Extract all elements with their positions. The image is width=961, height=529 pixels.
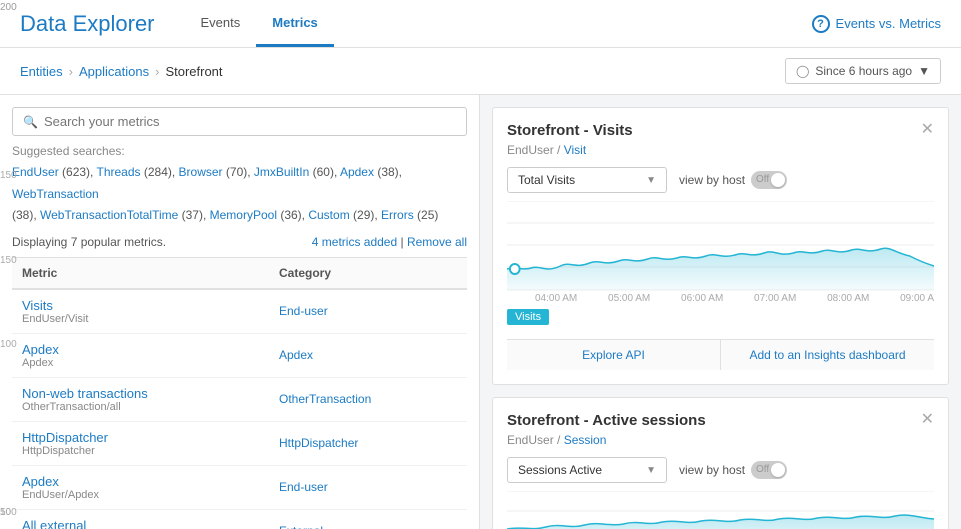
suggested-memorypool[interactable]: MemoryPool: [210, 208, 277, 222]
table-row: ApdexEndUser/Apdex End-user: [12, 465, 467, 509]
suggested-custom[interactable]: Custom: [308, 208, 349, 222]
suggested-threads[interactable]: Threads: [97, 165, 141, 179]
chart-x-axis-visits: 04:00 AM 05:00 AM 06:00 AM 07:00 AM 08:0…: [535, 293, 934, 304]
close-icon-visits[interactable]: ✕: [921, 122, 934, 138]
help-text: Events vs. Metrics: [836, 16, 941, 31]
search-box[interactable]: 🔍: [12, 107, 467, 136]
app-title: Data Explorer: [20, 11, 155, 37]
metric-sub: EndUser/Apdex: [22, 489, 259, 501]
category-cell: Apdex: [269, 333, 467, 377]
visits-tag[interactable]: Visits: [507, 309, 549, 325]
chart-subtitle-visits: EndUser / Visit: [507, 143, 934, 157]
host-toggle[interactable]: Off: [751, 171, 787, 189]
chart-container-visits: 200 150 100 50: [507, 201, 934, 291]
metric-name[interactable]: Apdex: [22, 342, 259, 357]
nav-metrics[interactable]: Metrics: [256, 1, 334, 47]
suggested-apdex[interactable]: Apdex: [340, 165, 374, 179]
category-cell: HttpDispatcher: [269, 421, 467, 465]
remove-all-link[interactable]: Remove all: [407, 235, 467, 249]
col-metric: Metric: [12, 257, 269, 289]
chart-header-visits: Storefront - Visits ✕: [507, 122, 934, 139]
header: Data Explorer Events Metrics ? Events vs…: [0, 0, 961, 48]
metrics-table: Metric Category VisitsEndUser/Visit End-…: [12, 257, 467, 529]
table-row: ApdexApdex Apdex: [12, 333, 467, 377]
explore-api-button[interactable]: Explore API: [507, 340, 721, 370]
chevron-down-icon: ▼: [918, 64, 930, 78]
chart-header-sessions: Storefront - Active sessions ✕: [507, 412, 934, 429]
suggested-errors[interactable]: Errors: [381, 208, 414, 222]
chart-dropdown-visits[interactable]: Total Visits ▼: [507, 167, 667, 193]
metric-name[interactable]: All external: [22, 518, 259, 529]
view-host-toggle-2: view by host Off: [679, 461, 787, 479]
chart-container-sessions: 200 150 100: [507, 491, 934, 529]
add-insights-button[interactable]: Add to an Insights dashboard: [721, 340, 934, 370]
displaying-info: Displaying 7 popular metrics.: [12, 235, 166, 249]
chevron-down-icon: ▼: [646, 465, 656, 476]
table-row: HttpDispatcherHttpDispatcher HttpDispatc…: [12, 421, 467, 465]
metric-name[interactable]: HttpDispatcher: [22, 430, 259, 445]
metric-name[interactable]: Visits: [22, 298, 259, 313]
main-content: 🔍 Suggested searches: EndUser (623), Thr…: [0, 95, 961, 529]
since-label: Since 6 hours ago: [815, 64, 912, 78]
chevron-down-icon: ▼: [646, 175, 656, 186]
nav-events[interactable]: Events: [185, 1, 257, 47]
metric-sub: Apdex: [22, 357, 259, 369]
chart-title-sessions: Storefront - Active sessions: [507, 412, 706, 429]
chart-card-sessions: Storefront - Active sessions ✕ EndUser /…: [492, 397, 949, 529]
metrics-actions: 4 metrics added | Remove all: [312, 235, 467, 249]
main-nav: Events Metrics: [185, 1, 334, 47]
chart-card-visits: Storefront - Visits ✕ EndUser / Visit To…: [492, 107, 949, 385]
suggested-links: EndUser (623), Threads (284), Browser (7…: [12, 162, 467, 227]
search-input[interactable]: [44, 114, 456, 129]
metric-sub: HttpDispatcher: [22, 445, 259, 457]
chart-svg-sessions: [507, 491, 934, 529]
chart-svg-visits: [507, 201, 934, 291]
suggested-webtransactiontotaltime[interactable]: WebTransactionTotalTime: [40, 208, 178, 222]
metric-sub: OtherTransaction/all: [22, 401, 259, 413]
subtitle-link-visits[interactable]: Visit: [564, 143, 586, 157]
category-cell: End-user: [269, 289, 467, 334]
category-cell: End-user: [269, 465, 467, 509]
view-host-toggle: view by host Off: [679, 171, 787, 189]
metrics-header: Displaying 7 popular metrics. 4 metrics …: [12, 227, 467, 257]
breadcrumb-storefront: Storefront: [165, 64, 222, 79]
chart-title-visits: Storefront - Visits: [507, 122, 633, 139]
breadcrumb-sep-2: ›: [155, 64, 159, 79]
breadcrumb-applications[interactable]: Applications: [79, 64, 149, 79]
metrics-added[interactable]: 4 metrics added: [312, 235, 397, 249]
line-chart-visits: [507, 201, 934, 291]
close-icon-sessions[interactable]: ✕: [921, 412, 934, 428]
help-icon: ?: [812, 15, 830, 33]
chart-actions-visits: Explore API Add to an Insights dashboard: [507, 339, 934, 370]
clock-icon: ◯: [796, 64, 809, 78]
line-chart-sessions: [507, 491, 934, 529]
since-selector[interactable]: ◯ Since 6 hours ago ▼: [785, 58, 941, 84]
table-row: Non-web transactionsOtherTransaction/all…: [12, 377, 467, 421]
chart-subtitle-sessions: EndUser / Session: [507, 433, 934, 447]
subtitle-link-sessions[interactable]: Session: [564, 433, 607, 447]
breadcrumb-bar: Entities › Applications › Storefront ◯ S…: [0, 48, 961, 95]
host-toggle-2[interactable]: Off: [751, 461, 787, 479]
suggested-jmxbuiltin[interactable]: JmxBuiltIn: [254, 165, 309, 179]
chart-controls-sessions: Sessions Active ▼ view by host Off: [507, 457, 934, 483]
metric-sub: EndUser/Visit: [22, 313, 259, 325]
metric-name[interactable]: Non-web transactions: [22, 386, 259, 401]
suggested-label: Suggested searches:: [12, 144, 467, 158]
category-cell: External: [269, 509, 467, 529]
breadcrumb: Entities › Applications › Storefront: [20, 64, 223, 79]
right-panel: Storefront - Visits ✕ EndUser / Visit To…: [480, 95, 961, 529]
left-panel: 🔍 Suggested searches: EndUser (623), Thr…: [0, 95, 480, 529]
metric-name[interactable]: Apdex: [22, 474, 259, 489]
chart-controls-visits: Total Visits ▼ view by host Off: [507, 167, 934, 193]
chart-dropdown-sessions[interactable]: Sessions Active ▼: [507, 457, 667, 483]
table-row: VisitsEndUser/Visit End-user: [12, 289, 467, 334]
help-link[interactable]: ? Events vs. Metrics: [812, 15, 941, 33]
col-category: Category: [269, 257, 467, 289]
breadcrumb-sep-1: ›: [69, 64, 73, 79]
suggested-browser[interactable]: Browser: [179, 165, 223, 179]
table-row: All externalExternal/all External: [12, 509, 467, 529]
category-cell: OtherTransaction: [269, 377, 467, 421]
